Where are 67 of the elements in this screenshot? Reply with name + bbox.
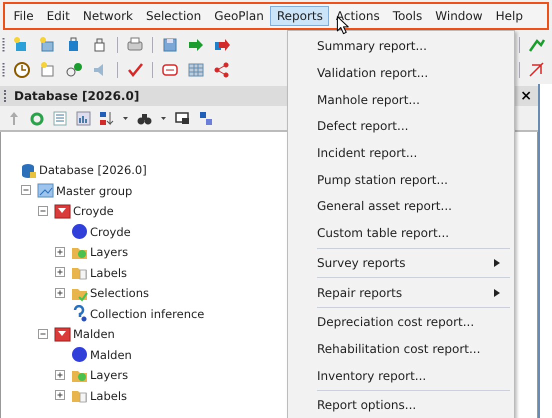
menu-option[interactable]: Pump station report... bbox=[288, 166, 510, 194]
tree-item[interactable]: Database [2026.0] bbox=[39, 163, 147, 178]
tree-item[interactable]: Layers bbox=[90, 245, 128, 260]
menu-option[interactable]: Rehabilitation cost report... bbox=[288, 336, 510, 362]
submenu-item[interactable]: Repair reports bbox=[288, 279, 510, 306]
submenu-arrow-icon bbox=[494, 258, 500, 267]
close-button[interactable]: × bbox=[518, 88, 534, 104]
tree-item[interactable]: Master group bbox=[56, 184, 132, 198]
expand-icon[interactable] bbox=[55, 246, 66, 258]
tree-item[interactable]: Malden bbox=[90, 348, 132, 362]
sort-icon[interactable] bbox=[98, 110, 115, 126]
list-icon[interactable] bbox=[52, 110, 69, 126]
clock-icon[interactable] bbox=[13, 60, 31, 78]
chart-window-icon[interactable] bbox=[75, 110, 92, 126]
tree-item[interactable]: Layers bbox=[90, 368, 128, 382]
menu-item[interactable]: Selection bbox=[139, 6, 208, 26]
panel-title: Database [2026.0] bbox=[14, 89, 140, 103]
monitor-icon[interactable] bbox=[174, 110, 191, 126]
circle-icon bbox=[71, 346, 88, 364]
menu-item[interactable]: Tools bbox=[386, 6, 429, 26]
collapse-icon[interactable] bbox=[38, 328, 49, 340]
menu-option[interactable]: Defect report... bbox=[288, 113, 510, 140]
refresh-icon[interactable] bbox=[29, 110, 46, 126]
menu-option[interactable]: Manhole report... bbox=[288, 86, 510, 114]
database-icon bbox=[20, 162, 37, 179]
expand-icon[interactable] bbox=[55, 267, 66, 278]
expand-icon[interactable] bbox=[55, 390, 66, 402]
menu-option[interactable]: Inventory report... bbox=[288, 362, 510, 389]
menu-option[interactable]: Report options... bbox=[288, 392, 510, 418]
menu-item[interactable]: Help bbox=[489, 6, 530, 26]
check-icon[interactable] bbox=[126, 60, 144, 78]
tree-item[interactable]: Malden bbox=[73, 327, 115, 342]
menu-item[interactable]: File bbox=[7, 6, 40, 26]
menu-option[interactable]: General asset report... bbox=[288, 193, 510, 220]
submenu-item[interactable]: Survey reports bbox=[288, 250, 510, 276]
menu-option[interactable]: Custom table report... bbox=[288, 220, 510, 246]
tree-item[interactable]: Croyde bbox=[73, 204, 114, 218]
blocks-icon[interactable] bbox=[197, 110, 214, 126]
menu-option[interactable]: Summary report... bbox=[288, 33, 510, 60]
grip-icon bbox=[4, 90, 8, 102]
grid-icon[interactable] bbox=[187, 60, 205, 78]
menu-option[interactable]: Depreciation cost report... bbox=[288, 308, 510, 336]
circle-icon bbox=[71, 223, 88, 240]
menu-item[interactable]: Reports bbox=[270, 6, 330, 26]
printer-icon[interactable] bbox=[126, 36, 144, 54]
tree-item[interactable]: Selections bbox=[90, 286, 149, 300]
tree-item[interactable]: Croyde bbox=[90, 224, 131, 239]
menu-item[interactable]: Edit bbox=[40, 6, 76, 26]
menu-item[interactable]: Window bbox=[428, 6, 490, 26]
menu-item[interactable]: GeoPlan bbox=[208, 6, 270, 26]
expand-icon[interactable] bbox=[55, 288, 66, 299]
menu-item[interactable]: Network bbox=[76, 6, 140, 26]
menu-item[interactable]: Actions bbox=[329, 6, 386, 26]
diagonal-arrow-icon[interactable] bbox=[528, 60, 546, 78]
tree-item[interactable]: Collection inference bbox=[90, 306, 204, 321]
tree-item[interactable]: Labels bbox=[90, 266, 128, 280]
grip-icon bbox=[2, 36, 5, 54]
expand-icon[interactable] bbox=[55, 370, 66, 381]
collapse-icon[interactable] bbox=[21, 185, 32, 196]
grip-icon bbox=[2, 60, 5, 78]
submenu-arrow-icon bbox=[494, 288, 500, 297]
collapse-icon[interactable] bbox=[38, 206, 49, 217]
tree-item[interactable]: Labels bbox=[90, 388, 128, 403]
menu-option[interactable]: Validation report... bbox=[288, 60, 510, 86]
menu-option[interactable]: Incident report... bbox=[288, 140, 510, 166]
node-graph-icon[interactable] bbox=[213, 60, 231, 78]
question-mark-icon bbox=[71, 305, 88, 322]
